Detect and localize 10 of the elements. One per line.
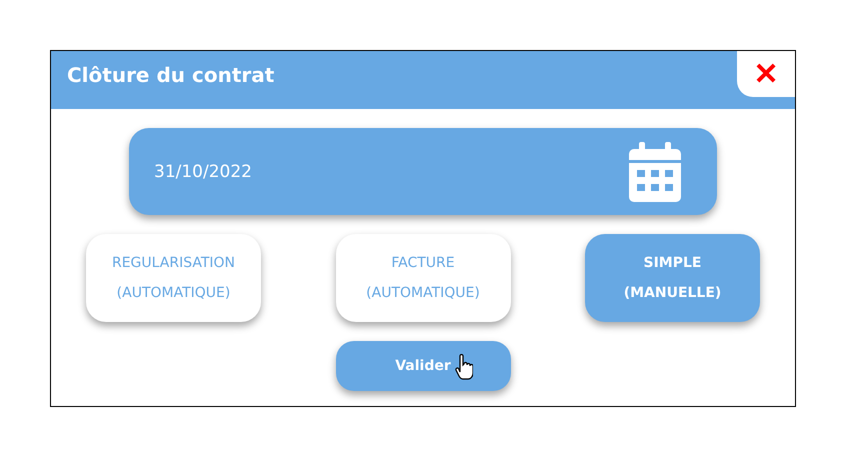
dialog-title: Clôture du contrat: [67, 63, 274, 87]
submit-button[interactable]: Valider: [336, 341, 510, 391]
close-button[interactable]: ✕: [737, 51, 795, 97]
mode-option[interactable]: SIMPLE (MANUELLE): [585, 234, 760, 322]
date-value: 31/10/2022: [154, 162, 252, 182]
pointer-hand-icon: [455, 354, 473, 380]
mode-option[interactable]: REGULARISATION (AUTOMATIQUE): [86, 234, 261, 322]
mode-option[interactable]: FACTURE (AUTOMATIQUE): [336, 234, 510, 322]
date-field[interactable]: 31/10/2022: [129, 128, 717, 215]
calendar-icon[interactable]: [629, 142, 681, 202]
